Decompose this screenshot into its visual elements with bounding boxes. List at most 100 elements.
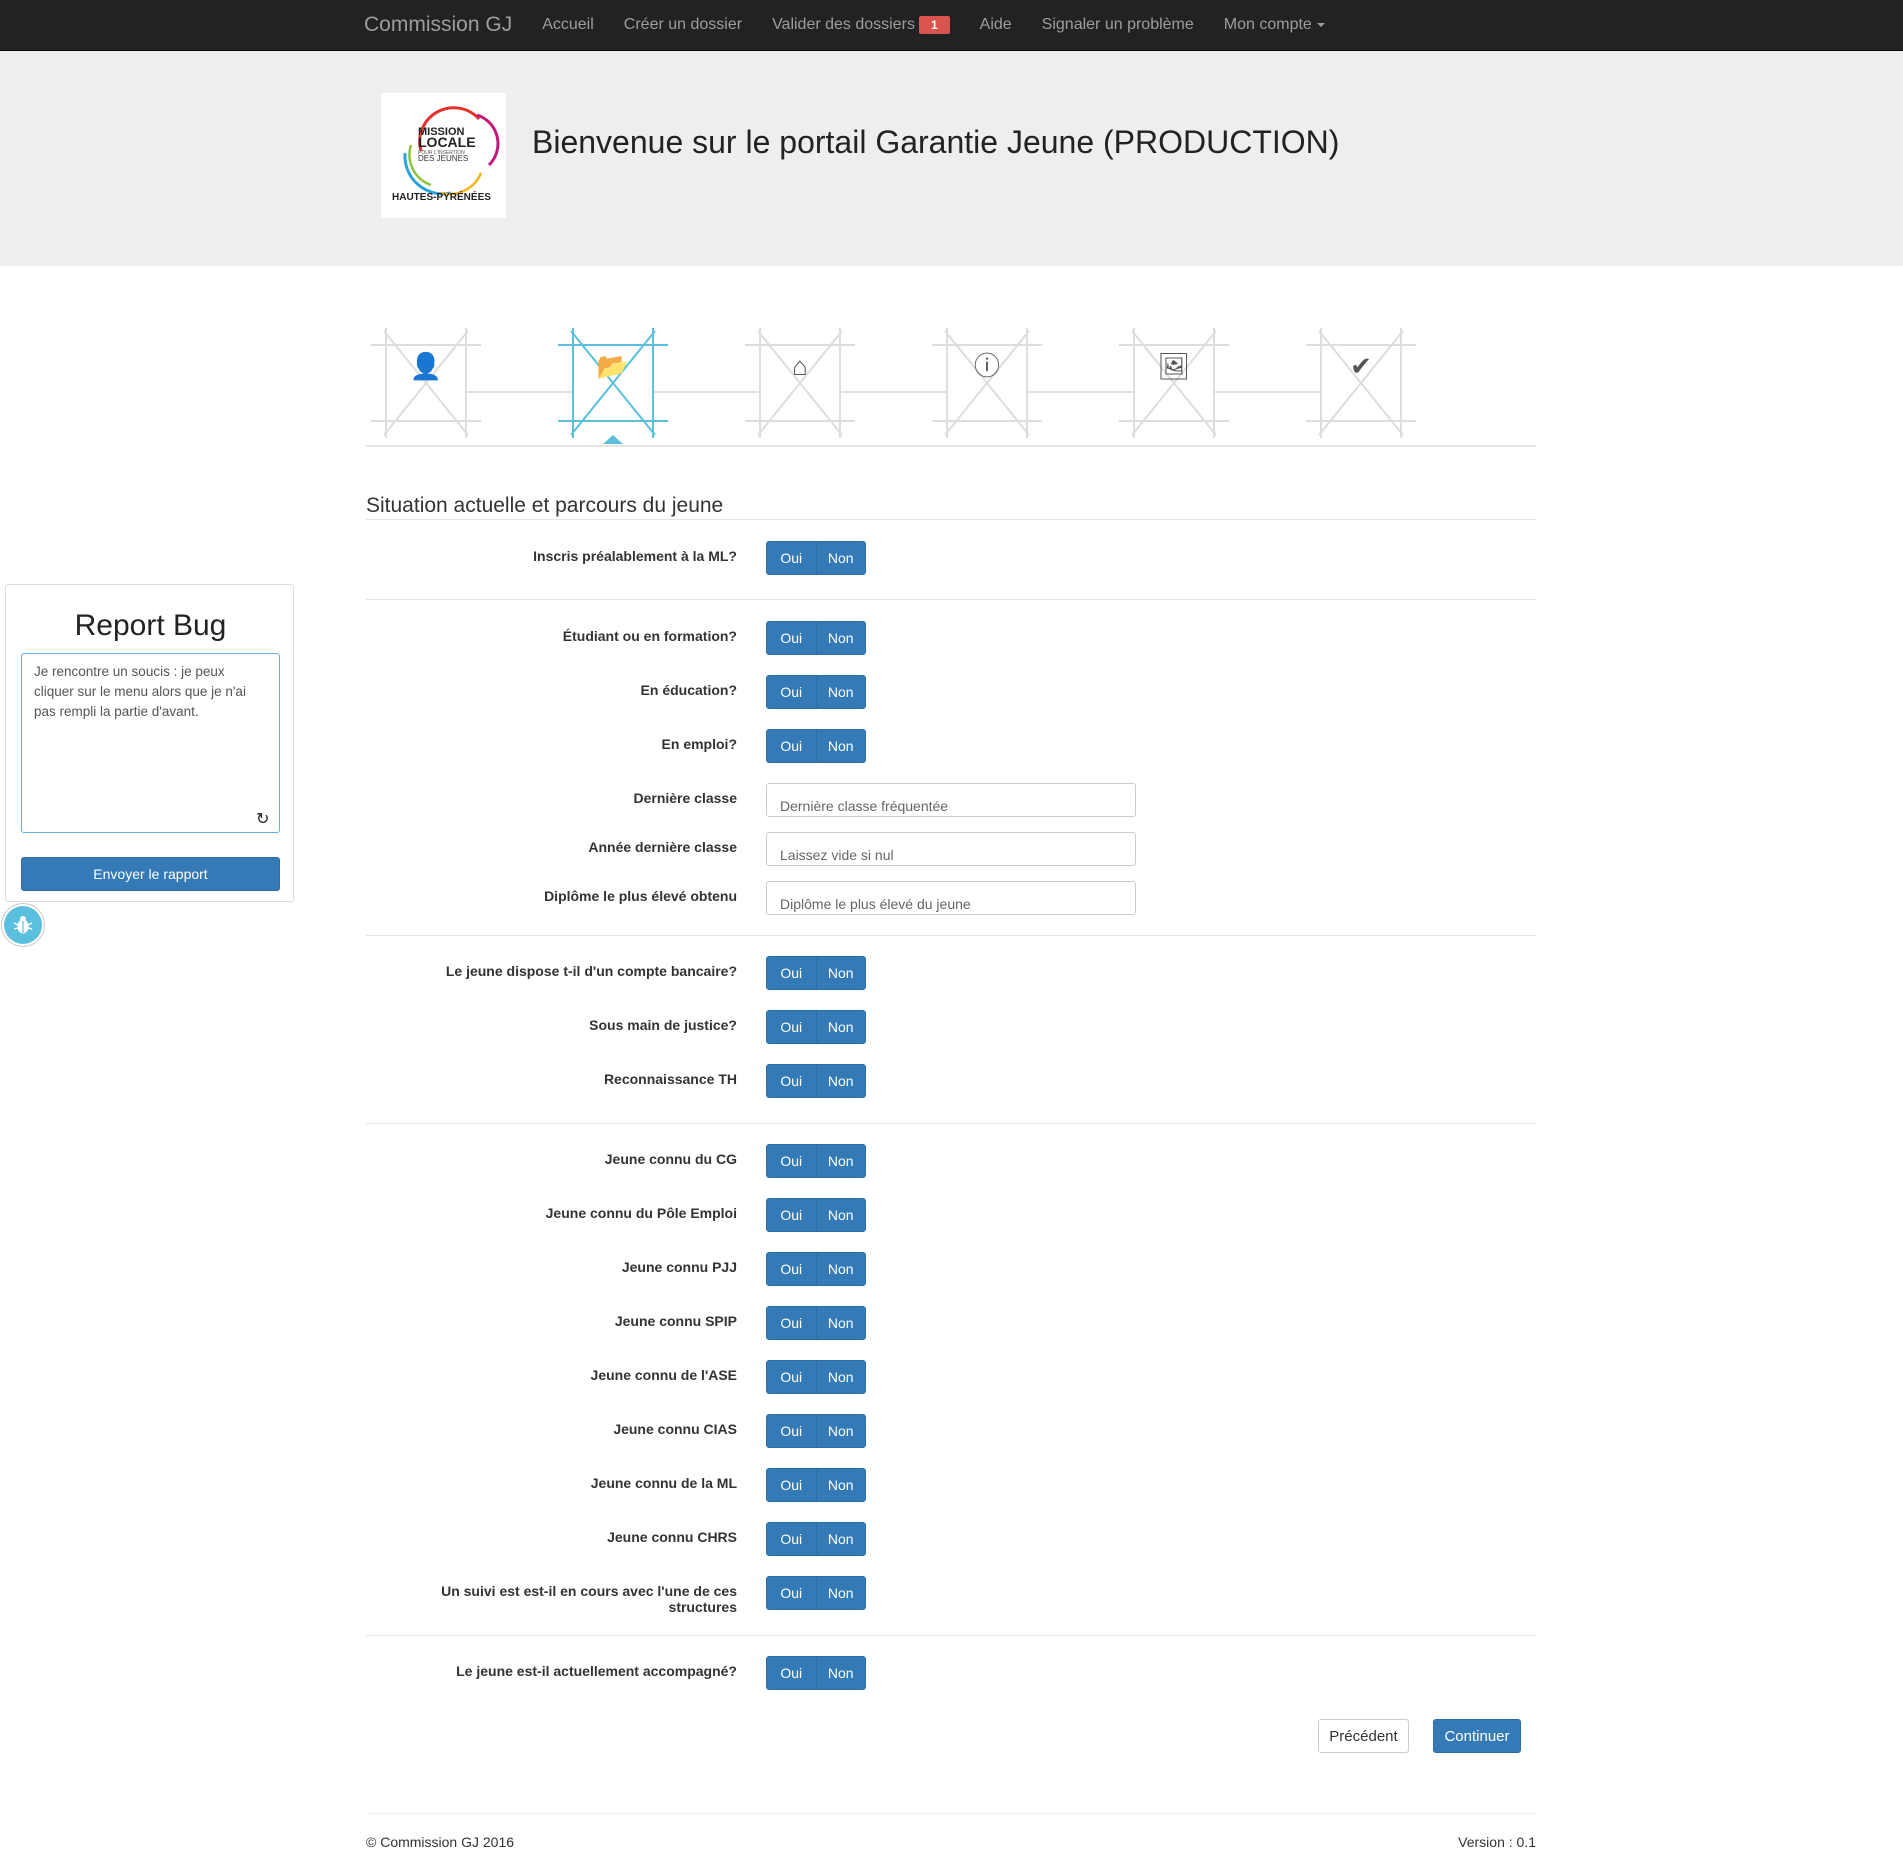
no-button[interactable]: Non — [816, 1523, 865, 1555]
no-button[interactable]: Non — [816, 1657, 865, 1689]
yes-button[interactable]: Oui — [767, 1011, 817, 1043]
continue-button[interactable]: Continuer — [1433, 1719, 1521, 1753]
form-wizard-steps: 👤 📂 ⌂ ⓘ 🖼 ✔ — [366, 323, 1536, 448]
diplome-input[interactable] — [766, 881, 1136, 915]
yes-button[interactable]: Oui — [767, 1361, 817, 1393]
svg-text:HAUTES-PYRÉNÉES: HAUTES-PYRÉNÉES — [392, 190, 491, 203]
label-connu-cias: Jeune connu CIAS — [613, 1421, 737, 1437]
wizard-step-documents[interactable]: 🖼 — [1114, 323, 1234, 443]
navbar-brand[interactable]: Commission GJ — [364, 13, 512, 37]
label-emploi: En emploi? — [661, 736, 737, 752]
label-line: Un suivi est est-il en cours avec l'une … — [441, 1583, 737, 1599]
annee-classe-input[interactable] — [766, 832, 1136, 866]
top-navbar: Commission GJ Accueil Créer un dossier V… — [0, 0, 1903, 51]
toggle-connu-spip: Oui Non — [766, 1306, 866, 1340]
yes-button[interactable]: Oui — [767, 957, 817, 989]
bug-icon — [13, 916, 33, 934]
derniere-classe-input[interactable] — [766, 783, 1136, 817]
no-button[interactable]: Non — [816, 1199, 865, 1231]
home-icon: ⌂ — [792, 351, 808, 381]
label-connu-cg: Jeune connu du CG — [604, 1151, 737, 1167]
toggle-education: Oui Non — [766, 675, 866, 709]
label-connu-pole-emploi: Jeune connu du Pôle Emploi — [545, 1205, 737, 1221]
toggle-connu-cg: Oui Non — [766, 1144, 866, 1178]
wizard-step-informations[interactable]: ⓘ — [927, 323, 1047, 443]
toggle-emploi: Oui Non — [766, 729, 866, 763]
yes-button[interactable]: Oui — [767, 542, 817, 574]
yes-button[interactable]: Oui — [767, 1253, 817, 1285]
folder-open-icon: 📂 — [596, 351, 630, 381]
no-button[interactable]: Non — [816, 1577, 865, 1609]
wizard-step-validation[interactable]: ✔ — [1301, 323, 1421, 443]
bug-report-toggle-button[interactable] — [4, 906, 42, 944]
no-button[interactable]: Non — [816, 1469, 865, 1501]
label-inscrit-ml: Inscris préalablement à la ML? — [533, 548, 737, 564]
pending-count-badge: 1 — [918, 16, 950, 34]
send-report-button[interactable]: Envoyer le rapport — [21, 857, 280, 891]
active-step-indicator — [603, 435, 623, 444]
footer-copyright: © Commission GJ 2016 — [366, 1834, 515, 1850]
yes-button[interactable]: Oui — [767, 622, 817, 654]
toggle-connu-cias: Oui Non — [766, 1414, 866, 1448]
refresh-icon[interactable]: ↻ — [256, 809, 269, 829]
no-button[interactable]: Non — [816, 1065, 865, 1097]
nav-link-creer-dossier[interactable]: Créer un dossier — [624, 16, 742, 34]
picture-icon: 🖼 — [1157, 351, 1191, 381]
no-button[interactable]: Non — [816, 542, 865, 574]
yes-button[interactable]: Oui — [767, 730, 817, 762]
label-justice: Sous main de justice? — [589, 1017, 737, 1033]
navbar-menu: Commission GJ Accueil Créer un dossier V… — [364, 0, 1355, 50]
toggle-connu-ase: Oui Non — [766, 1360, 866, 1394]
info-sign-icon: ⓘ — [973, 351, 1000, 381]
caret-down-icon — [1316, 23, 1325, 27]
section-divider — [366, 599, 1536, 600]
toggle-etudiant: Oui Non — [766, 621, 866, 655]
no-button[interactable]: Non — [816, 730, 865, 762]
no-button[interactable]: Non — [816, 622, 865, 654]
yes-button[interactable]: Oui — [767, 676, 817, 708]
toggle-justice: Oui Non — [766, 1010, 866, 1044]
nav-link-aide[interactable]: Aide — [980, 16, 1012, 34]
no-button[interactable]: Non — [816, 1415, 865, 1447]
yes-button[interactable]: Oui — [767, 1307, 817, 1339]
no-button[interactable]: Non — [816, 1145, 865, 1177]
yes-button[interactable]: Oui — [767, 1523, 817, 1555]
yes-button[interactable]: Oui — [767, 1065, 817, 1097]
wizard-step-logement[interactable]: ⌂ — [740, 323, 860, 443]
label-connu-chrs: Jeune connu CHRS — [607, 1529, 737, 1545]
label-line: structures — [668, 1599, 737, 1615]
toggle-connu-pole-emploi: Oui Non — [766, 1198, 866, 1232]
nav-dropdown-mon-compte[interactable]: Mon compte — [1224, 16, 1325, 34]
footer-version: Version : 0.1 — [1458, 1834, 1536, 1850]
nav-link-accueil[interactable]: Accueil — [542, 16, 594, 34]
no-button[interactable]: Non — [816, 1011, 865, 1043]
toggle-connu-chrs: Oui Non — [766, 1522, 866, 1556]
page-title: Bienvenue sur le portail Garantie Jeune … — [532, 124, 1340, 160]
previous-button[interactable]: Précédent — [1318, 1719, 1409, 1753]
label-reconnaissance-th: Reconnaissance TH — [603, 1071, 737, 1087]
yes-button[interactable]: Oui — [767, 1657, 817, 1689]
mission-locale-logo: MISSION LOCALE POUR L'INSERTION DES JEUN… — [381, 93, 506, 218]
bug-description-textarea[interactable]: Je rencontre un soucis : je peux cliquer… — [21, 653, 280, 833]
no-button[interactable]: Non — [816, 1361, 865, 1393]
yes-button[interactable]: Oui — [767, 1415, 817, 1447]
nav-link-label: Valider des dossiers — [772, 16, 915, 33]
label-suivi-structures: Un suivi est est-il en cours avec l'une … — [377, 1583, 737, 1615]
wizard-baseline — [366, 445, 1536, 447]
yes-button[interactable]: Oui — [767, 1145, 817, 1177]
svg-text:LOCALE: LOCALE — [418, 134, 476, 150]
yes-button[interactable]: Oui — [767, 1199, 817, 1231]
label-compte-bancaire: Le jeune dispose t-il d'un compte bancai… — [445, 963, 737, 979]
yes-button[interactable]: Oui — [767, 1577, 817, 1609]
nav-link-signaler-probleme[interactable]: Signaler un problème — [1042, 16, 1194, 34]
nav-link-valider-dossiers[interactable]: Valider des dossiers 1 — [772, 16, 950, 34]
no-button[interactable]: Non — [816, 1307, 865, 1339]
wizard-step-situation[interactable]: 📂 — [553, 323, 673, 444]
no-button[interactable]: Non — [816, 676, 865, 708]
yes-button[interactable]: Oui — [767, 1469, 817, 1501]
no-button[interactable]: Non — [816, 957, 865, 989]
no-button[interactable]: Non — [816, 1253, 865, 1285]
ok-icon: ✔ — [1350, 351, 1372, 381]
wizard-step-identite[interactable]: 👤 — [366, 323, 486, 443]
toggle-suivi-structures: Oui Non — [766, 1576, 866, 1610]
